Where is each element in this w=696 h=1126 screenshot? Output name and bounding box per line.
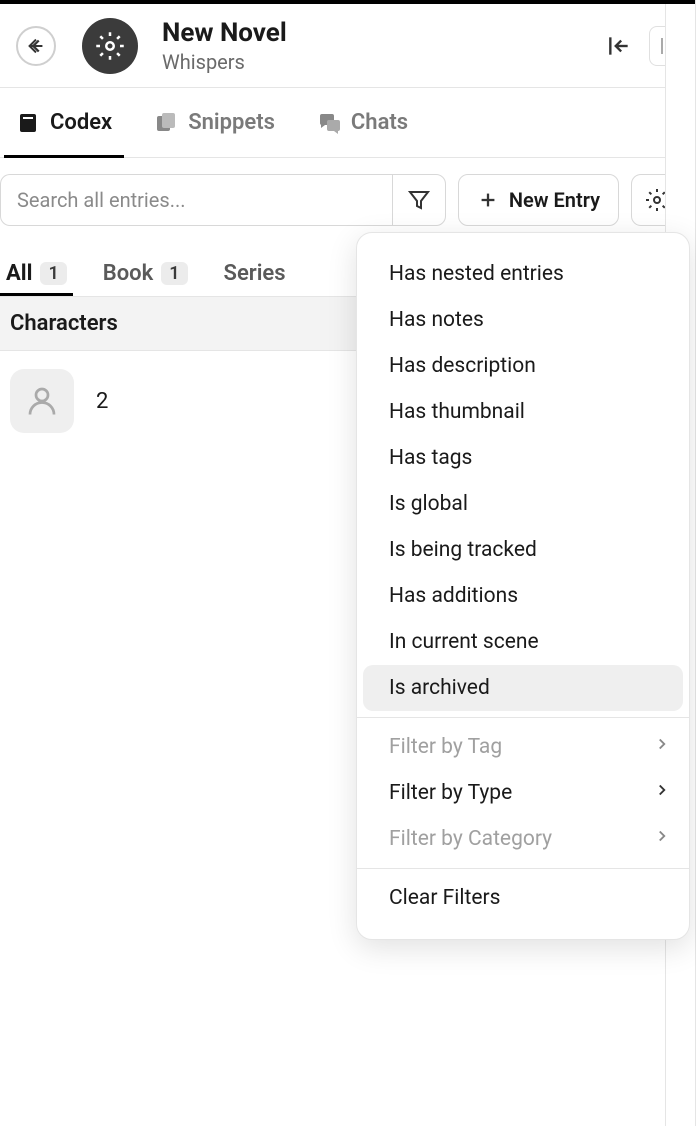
count-badge: 1 — [40, 262, 66, 285]
project-title: New Novel — [162, 18, 601, 48]
filter-in-current-scene[interactable]: In current scene — [357, 619, 689, 665]
tab-chats[interactable]: Chats — [317, 88, 408, 157]
filter-has-nested-entries[interactable]: Has nested entries — [357, 251, 689, 297]
filter-tab-label: All — [6, 261, 32, 286]
funnel-icon — [407, 188, 431, 212]
filter-tab-label: Book — [103, 261, 153, 286]
search-input[interactable] — [0, 174, 392, 226]
entry-name: 2 — [96, 389, 108, 414]
project-subtitle: Whispers — [162, 50, 601, 74]
dropdown-divider — [357, 868, 689, 869]
collapse-left-icon — [606, 33, 632, 59]
arrow-left-icon — [25, 35, 47, 57]
chevron-right-icon — [653, 827, 671, 851]
avatar — [10, 369, 74, 433]
tab-codex[interactable]: Codex — [16, 88, 112, 157]
tab-label: Snippets — [188, 110, 275, 135]
new-entry-button[interactable]: New Entry — [458, 174, 619, 226]
book-icon — [16, 111, 40, 135]
filter-is-being-tracked[interactable]: Is being tracked — [357, 527, 689, 573]
clear-filters[interactable]: Clear Filters — [357, 875, 689, 921]
filter-tab-label: Series — [224, 261, 286, 286]
filter-is-global[interactable]: Is global — [357, 481, 689, 527]
gear-icon — [95, 31, 125, 61]
count-badge: 1 — [161, 262, 187, 285]
project-settings-button[interactable] — [82, 18, 138, 74]
filter-button[interactable] — [392, 174, 446, 226]
filter-tab-book[interactable]: Book 1 — [103, 250, 188, 296]
filter-has-additions[interactable]: Has additions — [357, 573, 689, 619]
back-button[interactable] — [16, 26, 56, 66]
filter-tab-series[interactable]: Series — [224, 250, 286, 296]
collapse-panel-button[interactable] — [601, 28, 637, 64]
filter-is-archived[interactable]: Is archived — [363, 665, 683, 711]
filter-by-type[interactable]: Filter by Type — [357, 770, 689, 816]
title-block: New Novel Whispers — [162, 18, 601, 74]
toolbar: New Entry — [0, 158, 695, 240]
snippets-icon — [154, 111, 178, 135]
filter-has-description[interactable]: Has description — [357, 343, 689, 389]
tab-snippets[interactable]: Snippets — [154, 88, 275, 157]
header: New Novel Whispers — [0, 4, 695, 88]
filter-has-notes[interactable]: Has notes — [357, 297, 689, 343]
main-tabs: Codex Snippets Chats — [0, 88, 695, 158]
filter-has-tags[interactable]: Has tags — [357, 435, 689, 481]
chevron-right-icon — [653, 781, 671, 805]
plus-icon — [477, 189, 499, 211]
filter-has-thumbnail[interactable]: Has thumbnail — [357, 389, 689, 435]
chevron-right-icon — [653, 735, 671, 759]
filter-by-category[interactable]: Filter by Category — [357, 816, 689, 862]
dropdown-divider — [357, 717, 689, 718]
filter-tab-all[interactable]: All 1 — [6, 250, 67, 296]
filters-dropdown: Has nested entries Has notes Has descrip… — [356, 232, 690, 940]
tab-label: Chats — [351, 110, 408, 135]
person-icon — [24, 383, 60, 419]
new-entry-label: New Entry — [509, 188, 600, 212]
tab-label: Codex — [50, 110, 112, 135]
filter-by-tag[interactable]: Filter by Tag — [357, 724, 689, 770]
chat-icon — [317, 111, 341, 135]
